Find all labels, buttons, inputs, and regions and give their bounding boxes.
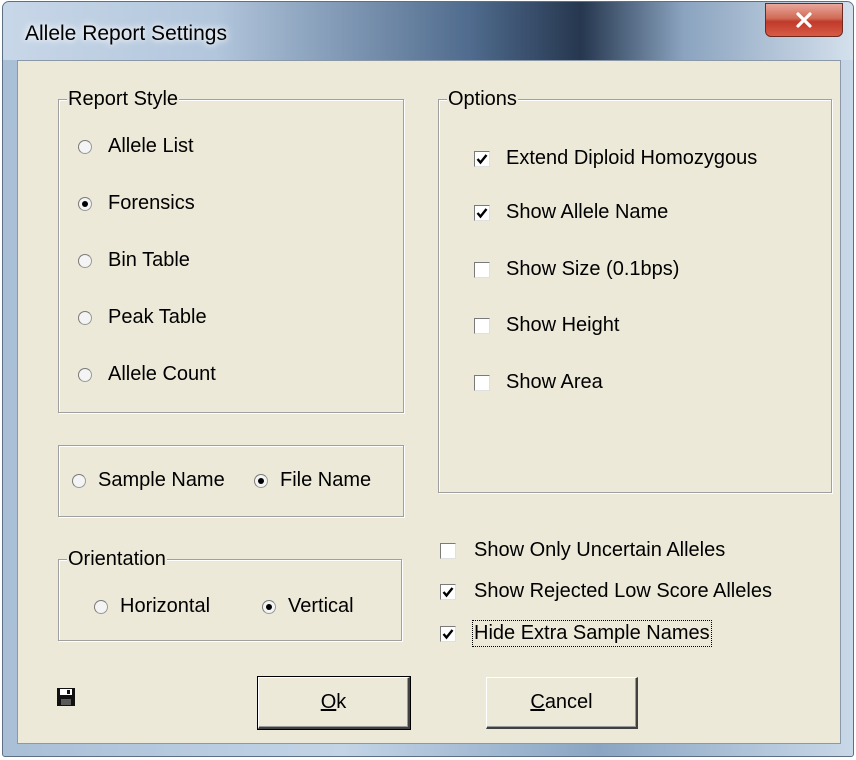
- radio-label: Peak Table: [108, 306, 207, 328]
- checkbox-indicator: [474, 374, 490, 391]
- checkbox-indicator: [474, 150, 490, 167]
- checkbox-indicator: [440, 625, 456, 642]
- radio-file-name[interactable]: File Name: [254, 469, 371, 492]
- radio-label: Sample Name: [98, 469, 225, 491]
- radio-indicator: [78, 367, 92, 382]
- checkbox-show-area[interactable]: Show Area: [474, 371, 603, 394]
- checkbox-label: Hide Extra Sample Names: [472, 620, 712, 647]
- checkbox-label: Show Size (0.1bps): [506, 258, 680, 280]
- checkbox-indicator: [474, 317, 490, 334]
- radio-label: Forensics: [108, 192, 195, 214]
- radio-sample-name[interactable]: Sample Name: [72, 469, 225, 492]
- window-title: Allele Report Settings: [25, 22, 227, 45]
- checkbox-show-allele-name[interactable]: Show Allele Name: [474, 201, 668, 224]
- radio-label: Vertical: [288, 595, 354, 617]
- radio-indicator: [254, 473, 268, 488]
- checkbox-hide-extra-sample-names[interactable]: Hide Extra Sample Names: [440, 620, 712, 647]
- checkmark-icon: [476, 153, 488, 164]
- radio-indicator: [78, 196, 92, 211]
- radio-label: Allele List: [108, 135, 194, 157]
- cancel-mnemonic: C: [530, 691, 545, 713]
- checkbox-indicator: [440, 583, 456, 600]
- checkmark-icon: [442, 628, 454, 639]
- orientation-legend: Orientation: [67, 547, 167, 571]
- radio-label: Allele Count: [108, 363, 216, 385]
- options-legend: Options: [447, 87, 518, 111]
- dialog-client-area: Report Style Allele List Forensics Bin T…: [17, 60, 841, 744]
- radio-indicator: [94, 599, 108, 614]
- cancel-button-label: Cancel: [530, 691, 592, 714]
- checkbox-show-height[interactable]: Show Height: [474, 314, 619, 337]
- checkbox-label: Show Area: [506, 371, 603, 393]
- checkbox-label: Extend Diploid Homozygous: [506, 147, 758, 169]
- ok-button[interactable]: Ok: [257, 676, 411, 730]
- close-button[interactable]: [765, 3, 843, 37]
- checkbox-indicator: [474, 261, 490, 278]
- title-bar[interactable]: Allele Report Settings: [3, 2, 853, 60]
- checkbox-label: Show Only Uncertain Alleles: [474, 539, 726, 561]
- save-icon[interactable]: [56, 687, 76, 707]
- dialog-window: Allele Report Settings Report Style Alle…: [2, 1, 854, 757]
- radio-bin-table[interactable]: Bin Table: [78, 249, 190, 272]
- cancel-button[interactable]: Cancel: [486, 677, 638, 729]
- radio-vertical[interactable]: Vertical: [262, 595, 354, 618]
- ok-mnemonic: O: [320, 691, 337, 713]
- radio-horizontal[interactable]: Horizontal: [94, 595, 210, 618]
- checkbox-show-size[interactable]: Show Size (0.1bps): [474, 258, 679, 281]
- close-icon: [796, 12, 812, 28]
- radio-label: Bin Table: [108, 249, 190, 271]
- checkbox-indicator: [440, 542, 456, 559]
- cancel-label-rest: ancel: [544, 691, 593, 713]
- radio-indicator: [78, 253, 92, 268]
- checkbox-indicator: [474, 204, 490, 221]
- ok-button-label: Ok: [321, 691, 347, 714]
- radio-indicator: [78, 139, 92, 154]
- radio-label: Horizontal: [120, 595, 211, 617]
- radio-forensics[interactable]: Forensics: [78, 192, 195, 215]
- radio-label: File Name: [280, 469, 372, 491]
- radio-peak-table[interactable]: Peak Table: [78, 306, 207, 329]
- checkbox-show-only-uncertain-alleles[interactable]: Show Only Uncertain Alleles: [440, 539, 725, 562]
- radio-indicator: [78, 310, 92, 325]
- checkbox-show-rejected-low-score-alleles[interactable]: Show Rejected Low Score Alleles: [440, 580, 772, 603]
- checkbox-label: Show Height: [506, 314, 620, 336]
- checkmark-icon: [442, 586, 454, 597]
- checkmark-icon: [476, 207, 488, 218]
- radio-allele-list[interactable]: Allele List: [78, 135, 194, 158]
- checkbox-extend-diploid-homozygous[interactable]: Extend Diploid Homozygous: [474, 147, 757, 170]
- ok-label-rest: k: [336, 691, 347, 713]
- checkbox-label: Show Allele Name: [506, 201, 669, 223]
- report-style-legend: Report Style: [67, 87, 180, 111]
- radio-indicator: [262, 599, 276, 614]
- checkbox-label: Show Rejected Low Score Alleles: [474, 580, 772, 602]
- radio-indicator: [72, 473, 86, 488]
- radio-allele-count[interactable]: Allele Count: [78, 363, 216, 386]
